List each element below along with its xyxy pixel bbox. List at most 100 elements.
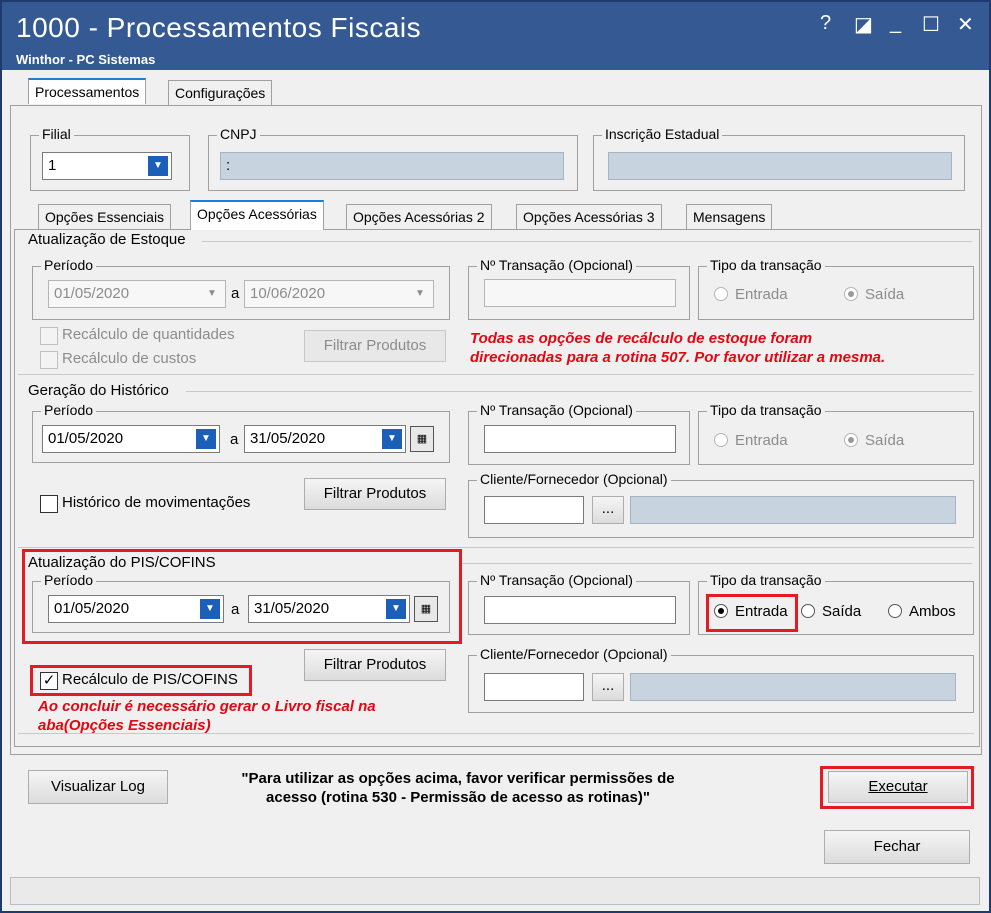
historico-movimentacoes-checkbox[interactable] bbox=[40, 495, 58, 513]
filial-value: 1 bbox=[48, 157, 57, 174]
estoque-filtrar-button: Filtrar Produtos bbox=[304, 330, 446, 362]
pis-note-line1: Ao concluir é necessário gerar o Livro f… bbox=[38, 698, 376, 715]
pis-cliente-search-button[interactable]: ... bbox=[592, 673, 624, 701]
main-window: 1000 - Processamentos Fiscais Winthor - … bbox=[0, 0, 991, 913]
historico-radio-entrada bbox=[714, 433, 728, 447]
estoque-entrada-label: Entrada bbox=[735, 286, 788, 303]
maximize-icon[interactable]: ☐ bbox=[922, 12, 940, 37]
historico-date-to[interactable]: 31/05/2020 ▼ bbox=[244, 425, 406, 453]
estoque-tipo-label: Tipo da transação bbox=[707, 257, 825, 273]
pis-periodo-highlight bbox=[22, 549, 462, 644]
pis-top-separator bbox=[18, 547, 974, 548]
estoque-transacao-label: Nº Transação (Opcional) bbox=[477, 257, 636, 273]
estoque-saida-label: Saída bbox=[865, 286, 905, 303]
estoque-section-title: Atualização de Estoque bbox=[28, 231, 186, 248]
restore-icon[interactable]: ◪ bbox=[854, 12, 873, 37]
historico-radio-saida bbox=[844, 433, 858, 447]
pis-radio-ambos[interactable] bbox=[888, 604, 902, 618]
executar-highlight bbox=[820, 766, 974, 809]
window-title: 1000 - Processamentos Fiscais bbox=[16, 12, 422, 43]
help-icon[interactable]: ? bbox=[820, 12, 831, 35]
historico-date-to-value: 31/05/2020 bbox=[250, 430, 326, 447]
pis-bottom-separator bbox=[18, 733, 974, 734]
historico-transacao-label: Nº Transação (Opcional) bbox=[477, 402, 636, 418]
chevron-down-icon[interactable]: ▼ bbox=[148, 156, 168, 176]
pis-note: Ao concluir é necessário gerar o Livro f… bbox=[38, 697, 376, 735]
tab-opcoes-acessorias-3[interactable]: Opções Acessórias 3 bbox=[516, 204, 662, 230]
tab-configuracoes[interactable]: Configurações bbox=[168, 80, 273, 106]
pis-cliente-label: Cliente/Fornecedor (Opcional) bbox=[477, 646, 671, 662]
chevron-down-icon[interactable]: ▼ bbox=[382, 429, 402, 449]
recalc-quantidades-checkbox bbox=[40, 327, 58, 345]
historico-movimentacoes-label: Histórico de movimentações bbox=[62, 494, 251, 511]
calendar-icon[interactable]: ▦ bbox=[410, 426, 434, 452]
estoque-date-from-value: 01/05/2020 bbox=[54, 285, 130, 302]
pis-saida-label: Saída bbox=[822, 603, 862, 620]
historico-filtrar-button[interactable]: Filtrar Produtos bbox=[304, 478, 446, 510]
inscricao-field[interactable] bbox=[608, 152, 952, 180]
historico-cliente-label: Cliente/Fornecedor (Opcional) bbox=[477, 471, 671, 487]
recalc-pis-highlight bbox=[30, 665, 252, 696]
pis-filtrar-button[interactable]: Filtrar Produtos bbox=[304, 649, 446, 681]
minimize-icon[interactable]: _ bbox=[890, 12, 901, 35]
estoque-radio-entrada bbox=[714, 287, 728, 301]
pis-transacao-label: Nº Transação (Opcional) bbox=[477, 572, 636, 588]
estoque-date-from: 01/05/2020 ▼ bbox=[48, 280, 226, 308]
tab-mensagens[interactable]: Mensagens bbox=[686, 204, 773, 230]
fechar-button[interactable]: Fechar bbox=[824, 830, 970, 864]
footer-message-line2: acesso (rotina 530 - Permissão de acesso… bbox=[266, 789, 650, 806]
tab-opcoes-acessorias-2[interactable]: Opções Acessórias 2 bbox=[346, 204, 492, 230]
pis-separator bbox=[462, 563, 972, 564]
estoque-note: Todas as opções de recálculo de estoque … bbox=[470, 329, 885, 367]
estoque-periodo-label: Período bbox=[41, 257, 97, 273]
pis-cliente-code[interactable] bbox=[484, 673, 584, 701]
tab-opcoes-acessorias[interactable]: Opções Acessórias bbox=[190, 200, 324, 230]
estoque-note-line2: direcionadas para a rotina 507. Por favo… bbox=[470, 349, 886, 366]
recalc-quantidades-label: Recálculo de quantidades bbox=[62, 326, 235, 343]
estoque-note-line1: Todas as opções de recálculo de estoque … bbox=[470, 330, 813, 347]
pis-cliente-name bbox=[630, 673, 956, 701]
estoque-separator bbox=[202, 241, 972, 242]
chevron-down-icon: ▼ bbox=[415, 288, 425, 299]
filial-select[interactable]: 1 ▼ bbox=[42, 152, 172, 180]
close-icon[interactable]: ✕ bbox=[957, 12, 974, 37]
pis-tipo-label: Tipo da transação bbox=[707, 572, 825, 588]
historico-cliente-name bbox=[630, 496, 956, 524]
cnpj-label: CNPJ bbox=[217, 126, 260, 142]
historico-periodo-label: Período bbox=[41, 402, 97, 418]
historico-top-separator bbox=[18, 374, 974, 375]
historico-separator bbox=[186, 391, 972, 392]
estoque-date-to: 10/06/2020 ▼ bbox=[244, 280, 434, 308]
historico-tipo-label: Tipo da transação bbox=[707, 402, 825, 418]
footer-message: "Para utilizar as opções acima, favor ve… bbox=[178, 769, 738, 807]
estoque-transacao-input bbox=[484, 279, 676, 307]
pis-entrada-highlight bbox=[706, 594, 798, 632]
tab-opcoes-essenciais[interactable]: Opções Essenciais bbox=[38, 204, 172, 230]
chevron-down-icon[interactable]: ▼ bbox=[196, 429, 216, 449]
chevron-down-icon: ▼ bbox=[207, 288, 217, 299]
recalc-custos-label: Recálculo de custos bbox=[62, 350, 197, 367]
historico-entrada-label: Entrada bbox=[735, 432, 788, 449]
status-bar bbox=[10, 877, 980, 905]
historico-date-from[interactable]: 01/05/2020 ▼ bbox=[42, 425, 220, 453]
estoque-radio-saida bbox=[844, 287, 858, 301]
historico-saida-label: Saída bbox=[865, 432, 905, 449]
window-subtitle: Winthor - PC Sistemas bbox=[16, 52, 156, 67]
title-bar: 1000 - Processamentos Fiscais Winthor - … bbox=[2, 2, 989, 70]
cnpj-field[interactable]: : bbox=[220, 152, 564, 180]
historico-cliente-search-button[interactable]: ... bbox=[592, 496, 624, 524]
cnpj-value: : bbox=[226, 157, 231, 174]
estoque-a-label: a bbox=[231, 285, 240, 302]
historico-section-title: Geração do Histórico bbox=[28, 382, 169, 399]
recalc-custos-checkbox bbox=[40, 351, 58, 369]
estoque-date-to-value: 10/06/2020 bbox=[250, 285, 326, 302]
visualizar-log-button[interactable]: Visualizar Log bbox=[28, 770, 168, 804]
historico-date-from-value: 01/05/2020 bbox=[48, 430, 124, 447]
pis-radio-saida[interactable] bbox=[801, 604, 815, 618]
pis-transacao-input[interactable] bbox=[484, 596, 676, 624]
historico-cliente-code[interactable] bbox=[484, 496, 584, 524]
filial-label: Filial bbox=[39, 126, 74, 142]
historico-transacao-input[interactable] bbox=[484, 425, 676, 453]
pis-ambos-label: Ambos bbox=[909, 603, 956, 620]
tab-processamentos[interactable]: Processamentos bbox=[28, 78, 147, 104]
